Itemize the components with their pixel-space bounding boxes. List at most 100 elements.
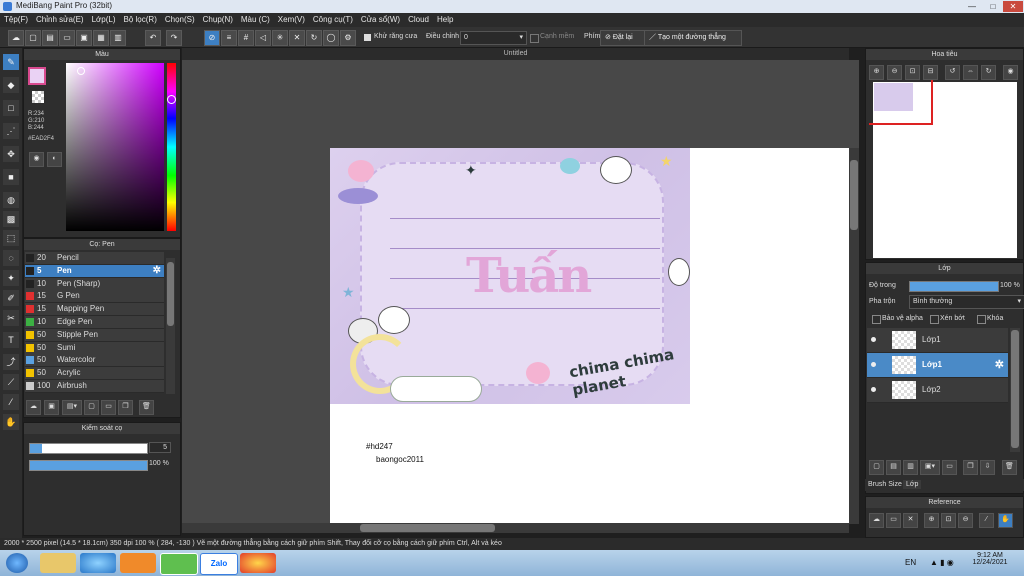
brush-item[interactable]: 10 Edge Pen: [25, 316, 164, 329]
zalo-icon[interactable]: Zalo: [200, 553, 238, 575]
canvas-hscroll-thumb[interactable]: [360, 524, 495, 532]
menu-snap[interactable]: Chụp(N): [199, 13, 237, 27]
menu-color[interactable]: Màu (C): [237, 13, 274, 27]
menu-help[interactable]: Help: [433, 13, 457, 27]
fill-shape-icon[interactable]: ■: [3, 169, 19, 185]
color-picker-cursor[interactable]: [77, 67, 85, 75]
palette-icon[interactable]: ◉: [29, 152, 44, 167]
move-tool-icon[interactable]: ✥: [3, 146, 19, 162]
undo-icon[interactable]: ↶: [145, 30, 161, 46]
ref-hand-icon[interactable]: ✋: [998, 513, 1013, 528]
canvas-vscroll[interactable]: [849, 148, 859, 524]
zoom-out-icon[interactable]: ⊖: [887, 65, 902, 80]
brush-item[interactable]: 50 Stipple Pen: [25, 328, 164, 342]
chrome-icon[interactable]: [240, 553, 276, 573]
canvas-hscroll[interactable]: [182, 523, 849, 533]
brush-size-slider[interactable]: [29, 443, 148, 454]
brush-scroll-thumb[interactable]: [167, 262, 174, 326]
flip-icon[interactable]: ⇔: [963, 65, 978, 80]
menu-tools[interactable]: Công cụ(T): [309, 13, 357, 27]
fit-icon[interactable]: ⊡: [905, 65, 920, 80]
brush-item[interactable]: 15 G Pen: [25, 290, 164, 304]
snap-circle-icon[interactable]: ◯: [323, 30, 339, 46]
ref-close-icon[interactable]: ✕: [903, 513, 918, 528]
media-icon[interactable]: [120, 553, 156, 573]
eraser-tool-icon[interactable]: ◆: [3, 77, 19, 93]
snap-off-icon[interactable]: ⊘: [204, 30, 220, 46]
main-color-swatch[interactable]: [28, 67, 46, 85]
brush-item[interactable]: 15 Mapping Pen: [25, 303, 164, 317]
brush-item[interactable]: 10 Pen (Sharp): [25, 277, 164, 291]
dot-tool-icon[interactable]: □: [3, 100, 19, 116]
brush-opacity-slider[interactable]: [29, 460, 148, 471]
hand-tool-icon[interactable]: ✋: [3, 414, 19, 430]
brush-tool-icon[interactable]: ✎: [3, 54, 19, 70]
operation-tool-icon[interactable]: ⤴: [3, 354, 19, 370]
new-halftone-layer-icon[interactable]: ▤: [886, 460, 901, 475]
menu-window[interactable]: Cửa sổ(W): [357, 13, 404, 27]
start-button[interactable]: [6, 553, 28, 573]
cloud-icon[interactable]: ☁: [8, 30, 24, 46]
transparent-swatch[interactable]: [32, 91, 44, 103]
straight-line-button[interactable]: ／ Tạo một đường thẳng: [644, 30, 742, 46]
snap-grid-icon[interactable]: #: [238, 30, 254, 46]
blend-select[interactable]: Bình thường ▾: [909, 295, 1024, 309]
brush-size-value[interactable]: 5: [149, 442, 171, 453]
ref-fit-icon[interactable]: ⊡: [941, 513, 956, 528]
eye-icon[interactable]: [871, 337, 876, 342]
eye-icon[interactable]: [871, 387, 876, 392]
new-layer-icon[interactable]: ▢: [869, 460, 884, 475]
brush-item[interactable]: 100 Airbrush: [25, 380, 164, 393]
brush-add-icon[interactable]: ▣: [44, 400, 59, 415]
brush-cloud-icon[interactable]: ☁: [26, 400, 41, 415]
menu-cloud[interactable]: Cloud: [404, 13, 433, 27]
grid-icon[interactable]: ▥: [110, 30, 126, 46]
ref-open-icon[interactable]: ▭: [886, 513, 901, 528]
antialias-checkbox[interactable]: [364, 34, 371, 41]
brush-menu-icon[interactable]: ▤▾: [62, 400, 82, 415]
snap-perspective-icon[interactable]: ◁: [255, 30, 271, 46]
layer-duplicate-icon[interactable]: ❐: [963, 460, 978, 475]
file-explorer-icon[interactable]: [40, 553, 76, 573]
brush-scrollbar[interactable]: [166, 258, 175, 394]
menu-filter[interactable]: Bộ lọc(R): [120, 13, 161, 27]
reset-view-icon[interactable]: ◉: [1003, 65, 1018, 80]
brush-item[interactable]: 50 Watercolor: [25, 354, 164, 368]
brush-duplicate-icon[interactable]: ❐: [118, 400, 133, 415]
new-8bit-layer-icon[interactable]: ▥: [903, 460, 918, 475]
menu-file[interactable]: Tệp(F): [0, 13, 32, 27]
layer-opacity-slider[interactable]: [909, 281, 999, 292]
maximize-button[interactable]: □: [983, 1, 1003, 12]
magic-wand-icon[interactable]: ✦: [3, 270, 19, 286]
save-icon[interactable]: ▣: [76, 30, 92, 46]
tray-icons[interactable]: ▲ ▮ ◉: [930, 558, 954, 567]
clock[interactable]: 9:12 AM 12/24/2021: [970, 552, 1010, 566]
lasso-tool-icon[interactable]: ◌: [3, 250, 19, 266]
gear-icon[interactable]: ✲: [153, 265, 161, 277]
tab-layer[interactable]: Lớp: [903, 480, 922, 489]
brush-item[interactable]: 50 Sumi: [25, 341, 164, 355]
protect-alpha-checkbox[interactable]: [872, 315, 881, 324]
hue-handle[interactable]: [167, 95, 176, 104]
brush-folder-icon[interactable]: ▭: [101, 400, 116, 415]
canvas-tab[interactable]: Untitled: [182, 48, 849, 60]
layer-scrollbar[interactable]: [1010, 328, 1020, 452]
snap-cross-icon[interactable]: ✕: [289, 30, 305, 46]
color-picker-square[interactable]: [66, 63, 164, 231]
snap-parallel-icon[interactable]: ≡: [221, 30, 237, 46]
ref-cloud-icon[interactable]: ☁: [869, 513, 884, 528]
layer-folder-icon[interactable]: ▭: [942, 460, 957, 475]
menu-view[interactable]: Xem(V): [274, 13, 309, 27]
comment-icon[interactable]: ▭: [59, 30, 75, 46]
snap-settings-icon[interactable]: ⚙: [340, 30, 356, 46]
language-indicator[interactable]: EN: [905, 558, 916, 567]
ie-icon[interactable]: [80, 553, 116, 573]
brush-copy-icon[interactable]: ▢: [84, 400, 99, 415]
open-icon[interactable]: ▤: [42, 30, 58, 46]
clip-checkbox[interactable]: [930, 315, 939, 324]
select-tool-icon[interactable]: ⬚: [3, 230, 19, 246]
layer-scroll-thumb[interactable]: [1011, 330, 1019, 448]
edge-checkbox[interactable]: [530, 34, 539, 43]
rotate-left-icon[interactable]: ↺: [945, 65, 960, 80]
menu-layer[interactable]: Lớp(L): [88, 13, 120, 27]
